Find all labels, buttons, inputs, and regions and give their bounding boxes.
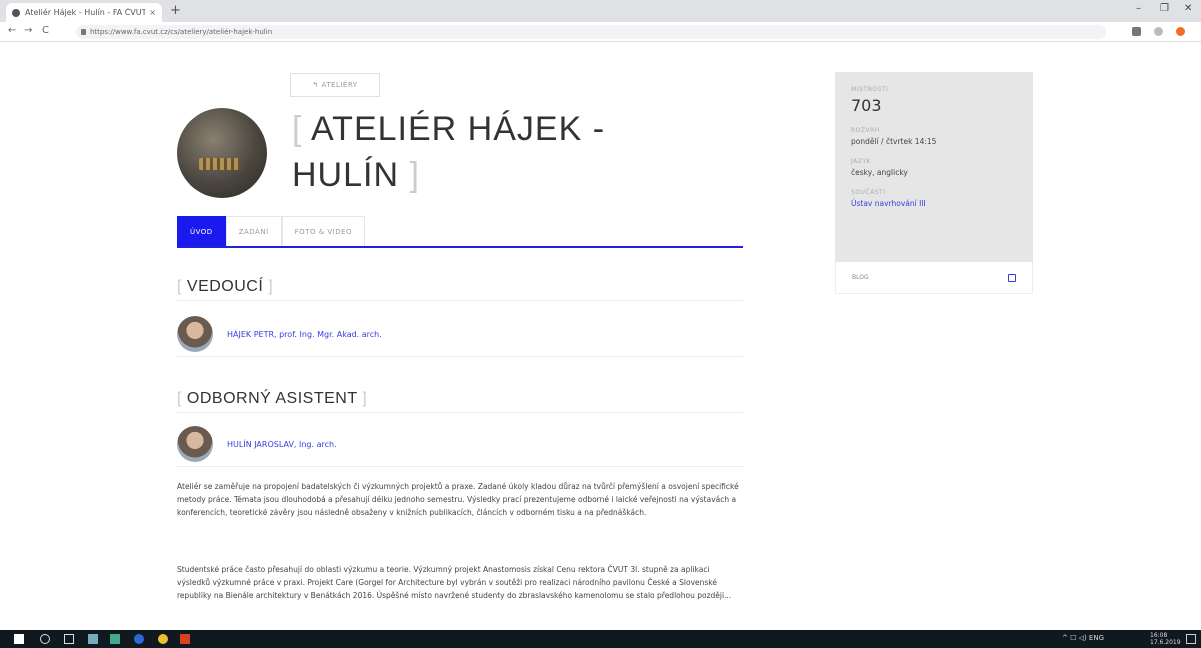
rooms-label: MÍSTNOSTI <box>851 86 889 93</box>
chrome-icon[interactable] <box>158 634 168 644</box>
url-input[interactable]: https://www.fa.cvut.cz/cs/ateliery/ateli… <box>76 25 1106 39</box>
clock-date: 17.6.2019 <box>1150 639 1181 646</box>
studio-avatar <box>177 108 267 198</box>
close-window-button[interactable]: ✕ <box>1184 3 1192 14</box>
schedule-value: pondělí / čtvrtek 14:15 <box>851 137 937 146</box>
external-link-icon[interactable] <box>1008 273 1016 282</box>
minimize-button[interactable]: – <box>1136 3 1141 14</box>
task-view-icon[interactable] <box>64 634 74 644</box>
maximize-button[interactable]: ❐ <box>1160 3 1169 14</box>
divider <box>177 356 743 357</box>
back-to-studios-link[interactable]: ↰ ATELIÉRY <box>290 73 380 97</box>
divider <box>177 466 743 467</box>
blog-label: BLOG <box>852 274 869 281</box>
person-link[interactable]: HULÍN JAROSLAV, Ing. arch. <box>227 440 337 449</box>
clock[interactable]: 16:08 17.6.2019 <box>1150 632 1181 646</box>
browser-tab[interactable]: Ateliér Hájek - Hulín - FA ČVUT × <box>6 3 162 22</box>
parts-label: SOUČÁSTÍ <box>851 189 886 196</box>
heading-text: VEDOUCÍ <box>186 278 264 295</box>
favicon-icon <box>12 8 20 17</box>
schedule-label: ROZVRH <box>851 127 880 134</box>
person-lead: HÁJEK PETR, prof. Ing. Mgr. Akad. arch. <box>177 316 382 352</box>
blog-link-row[interactable]: BLOG <box>835 262 1033 294</box>
photo-detail <box>199 158 241 170</box>
store-icon[interactable] <box>110 634 120 644</box>
bracket-close: ] <box>362 390 368 407</box>
url-text: https://www.fa.cvut.cz/cs/ateliery/ateli… <box>90 28 273 36</box>
explorer-icon[interactable] <box>88 634 98 644</box>
app-icon[interactable] <box>180 634 190 644</box>
section-heading-assistant: [ ODBORNÝ ASISTENT ] <box>177 390 367 408</box>
windows-taskbar: ^ ☐ ◁) ENG 16:08 17.6.2019 <box>0 630 1201 648</box>
avatar <box>177 316 213 352</box>
person-link[interactable]: HÁJEK PETR, prof. Ing. Mgr. Akad. arch. <box>227 330 382 339</box>
title-bracket-open: [ <box>292 110 303 148</box>
tab-intro[interactable]: ÚVOD <box>177 216 226 246</box>
edge-icon[interactable] <box>134 634 144 644</box>
forward-button[interactable]: → <box>24 25 32 36</box>
person-assistant: HULÍN JAROSLAV, Ing. arch. <box>177 426 337 462</box>
tab-assignment[interactable]: ZADÁNÍ <box>225 216 282 246</box>
reload-button[interactable]: C <box>42 25 49 36</box>
description-paragraph-2: Studentské práce často přesahují do obla… <box>177 565 732 600</box>
avatar <box>177 426 213 462</box>
profile-icon[interactable] <box>1176 27 1185 36</box>
section-heading-lead: [ VEDOUCÍ ] <box>177 278 273 296</box>
extension-icon[interactable] <box>1132 27 1141 36</box>
address-bar-row: ← → C https://www.fa.cvut.cz/cs/ateliery… <box>0 22 1201 42</box>
close-tab-icon[interactable]: × <box>149 8 156 17</box>
bracket-close: ] <box>268 278 274 295</box>
tab-photo-video[interactable]: FOTO & VIDEO <box>281 216 366 246</box>
start-icon[interactable] <box>14 634 24 644</box>
clock-time: 16:08 <box>1150 632 1168 639</box>
bracket-open: [ <box>177 278 182 295</box>
tab-title: Ateliér Hájek - Hulín - FA ČVUT <box>25 8 146 17</box>
institute-link[interactable]: Ústav navrhování III <box>851 199 1017 208</box>
menu-icon[interactable] <box>1154 27 1163 36</box>
search-icon[interactable] <box>40 634 50 644</box>
title-line-2: HULÍN <box>292 156 400 194</box>
heading-text: ODBORNÝ ASISTENT <box>186 390 358 407</box>
info-sidebar: MÍSTNOSTI 703 ROZVRH pondělí / čtvrtek 1… <box>835 72 1033 262</box>
language-label: JAZYK <box>851 158 871 165</box>
divider <box>177 300 743 301</box>
lock-icon <box>81 29 86 35</box>
browser-tab-strip: Ateliér Hájek - Hulín - FA ČVUT × + – ❐ … <box>0 0 1201 22</box>
title-bracket-close: ] <box>409 156 420 194</box>
rooms-value: 703 <box>851 96 882 115</box>
description-paragraph-1: Ateliér se zaměřuje na propojení badatel… <box>177 482 739 517</box>
title-line-1: ATELIÉR HÁJEK - <box>311 110 606 148</box>
divider <box>177 412 743 413</box>
back-button[interactable]: ← <box>8 25 16 36</box>
notifications-icon[interactable] <box>1186 634 1196 644</box>
content-tabs: ÚVOD ZADÁNÍ FOTO & VIDEO <box>177 216 743 248</box>
new-tab-button[interactable]: + <box>170 3 181 18</box>
system-tray[interactable]: ^ ☐ ◁) ENG <box>1062 634 1104 642</box>
page-title: [ ATELIÉR HÁJEK - HULÍN ] <box>292 106 692 198</box>
language-value: česky, anglicky <box>851 168 908 177</box>
bracket-open: [ <box>177 390 182 407</box>
